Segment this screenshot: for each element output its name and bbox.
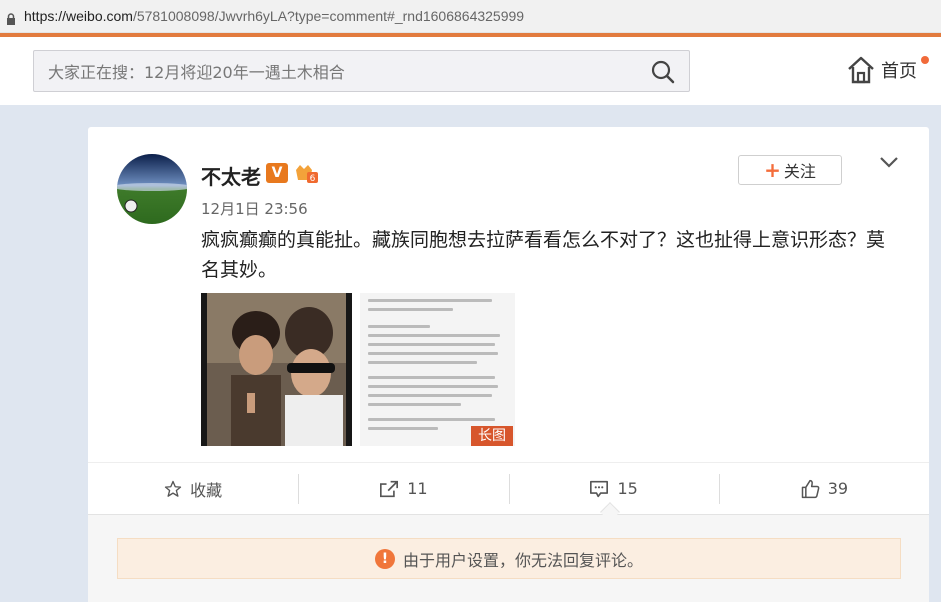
- long-image-badge: 长图: [471, 426, 513, 446]
- chevron-down-icon[interactable]: [878, 153, 900, 171]
- lock-icon: [6, 10, 16, 25]
- comment-disabled-notice: ! 由于用户设置，你无法回复评论。: [117, 538, 901, 579]
- post-image-long-text[interactable]: [360, 293, 515, 446]
- like-count: 39: [827, 479, 849, 498]
- comment-count: 15: [617, 479, 638, 498]
- search-box[interactable]: 大家正在搜：12月将迎20年一遇土木相合: [33, 50, 690, 92]
- repost-button[interactable]: 11: [298, 463, 508, 514]
- search-icon[interactable]: [651, 60, 675, 84]
- share-icon: [380, 480, 399, 497]
- browser-url-bar[interactable]: https://weibo.com/5781008098/Jwvrh6yLA?t…: [0, 0, 941, 33]
- comment-icon: [590, 480, 609, 497]
- home-link[interactable]: 首页: [846, 55, 929, 85]
- post-text: 疯疯癫癫的真能扯。藏族同胞想去拉萨看看怎么不对了？这也扯得上意识形态？莫名其妙。: [201, 229, 886, 281]
- post-time[interactable]: 12月1日 23:56: [201, 198, 308, 219]
- home-label: 首页: [881, 61, 917, 82]
- warning-icon: !: [374, 548, 395, 569]
- favorite-button[interactable]: 收藏: [88, 463, 298, 514]
- search-placeholder: 大家正在搜：12月将迎20年一遇土木相合: [48, 63, 345, 82]
- favorite-label: 收藏: [190, 480, 223, 500]
- avatar[interactable]: [117, 154, 187, 224]
- author-name[interactable]: 不太老: [201, 161, 261, 190]
- follow-label: 关注: [783, 162, 816, 181]
- url-text[interactable]: https://weibo.com/5781008098/Jwvrh6yLA?t…: [24, 8, 524, 24]
- comment-area: ! 由于用户设置，你无法回复评论。: [88, 514, 929, 602]
- thumbs-up-icon: [801, 479, 820, 498]
- follow-button[interactable]: + 关注: [738, 155, 842, 185]
- post-image-photo[interactable]: [201, 293, 352, 446]
- home-icon: [846, 55, 876, 85]
- star-icon: [164, 480, 182, 497]
- weibo-post-card: 不太老 V 6 12月1日 23:56 + 关注 疯疯癫癫的真能扯。藏族同胞想去…: [88, 127, 929, 602]
- post-action-bar: 收藏 11 15 39: [88, 462, 929, 514]
- notification-dot: [921, 56, 929, 64]
- plus-icon: +: [764, 158, 781, 182]
- verified-badge-icon: V: [266, 163, 288, 183]
- url-path: /5781008098/Jwvrh6yLA?type=comment#_rnd1…: [132, 8, 525, 24]
- repost-count: 11: [407, 479, 428, 498]
- member-level-icon: 6: [293, 162, 319, 184]
- like-button[interactable]: 39: [718, 463, 929, 514]
- url-host: https://weibo.com: [24, 8, 133, 24]
- notice-text: 由于用户设置，你无法回复评论。: [402, 550, 643, 570]
- svg-text:6: 6: [310, 174, 316, 184]
- top-navigation: 大家正在搜：12月将迎20年一遇土木相合 首页: [0, 37, 941, 105]
